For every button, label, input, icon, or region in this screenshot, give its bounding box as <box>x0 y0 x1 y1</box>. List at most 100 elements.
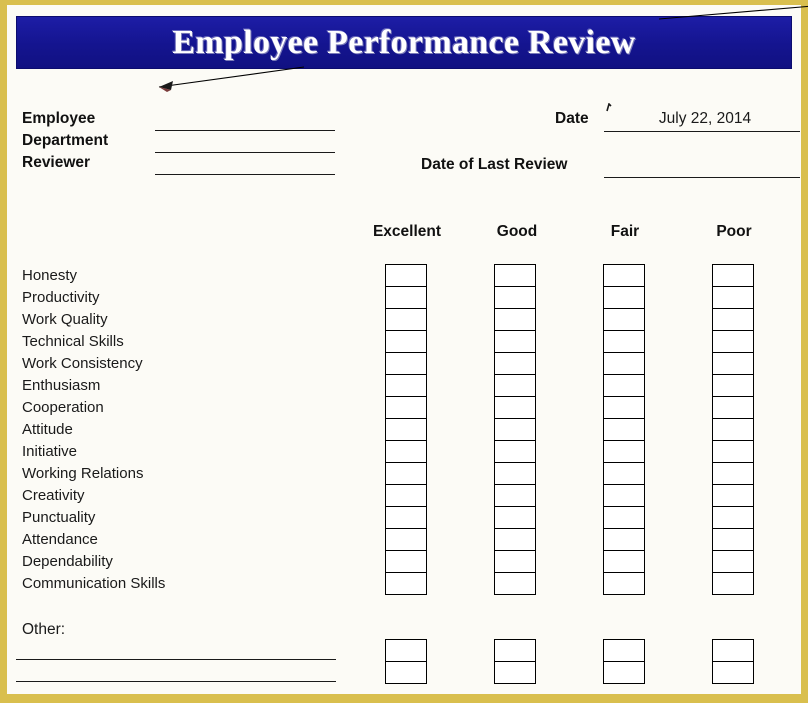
rating-checkbox[interactable] <box>495 309 535 331</box>
rating-checkbox[interactable] <box>386 551 426 573</box>
other-rating-checkbox[interactable] <box>604 640 644 662</box>
rating-checkbox[interactable] <box>386 309 426 331</box>
rating-checkbox[interactable] <box>604 331 644 353</box>
rating-checkbox[interactable] <box>495 265 535 287</box>
rating-checkbox[interactable] <box>604 441 644 463</box>
rating-checkbox[interactable] <box>604 463 644 485</box>
other-rating-checkbox[interactable] <box>386 640 426 662</box>
other-label: Other: <box>22 621 66 638</box>
rating-checkbox[interactable] <box>495 331 535 353</box>
date-of-last-review-label: Date of Last Review <box>421 156 568 173</box>
reviewer-field-rule <box>155 174 335 175</box>
criterion-label: Productivity <box>22 289 100 306</box>
rating-column-fair <box>603 264 645 595</box>
rating-checkbox[interactable] <box>495 353 535 375</box>
other-rating-checkbox[interactable] <box>495 662 535 684</box>
rating-checkbox[interactable] <box>386 353 426 375</box>
rating-checkbox[interactable] <box>604 353 644 375</box>
rating-checkbox[interactable] <box>713 485 753 507</box>
other-rating-checkbox[interactable] <box>386 662 426 684</box>
rating-checkbox[interactable] <box>386 375 426 397</box>
rating-checkbox[interactable] <box>604 419 644 441</box>
rating-checkbox[interactable] <box>495 287 535 309</box>
rating-checkbox[interactable] <box>713 419 753 441</box>
rating-checkbox[interactable] <box>495 397 535 419</box>
criterion-label: Honesty <box>22 267 78 284</box>
rating-checkbox[interactable] <box>713 441 753 463</box>
rating-checkbox[interactable] <box>604 397 644 419</box>
rating-checkbox[interactable] <box>495 551 535 573</box>
other-rating-checkbox[interactable] <box>713 662 753 684</box>
other-rating-checkbox[interactable] <box>713 640 753 662</box>
rating-checkbox[interactable] <box>713 331 753 353</box>
rating-checkbox[interactable] <box>604 551 644 573</box>
rating-checkbox[interactable] <box>386 265 426 287</box>
department-field-rule <box>155 152 335 153</box>
rating-checkbox[interactable] <box>386 287 426 309</box>
rating-checkbox[interactable] <box>386 463 426 485</box>
date-label: Date <box>555 110 589 127</box>
rating-checkbox[interactable] <box>713 287 753 309</box>
rating-checkbox[interactable] <box>713 551 753 573</box>
other-rating-column-good <box>494 639 536 684</box>
form-sheet: Employee Performance Review Employee Dep… <box>7 5 808 694</box>
employee-field-rule <box>155 130 335 131</box>
rating-checkbox[interactable] <box>386 485 426 507</box>
column-header-poor: Poor <box>716 223 752 240</box>
rating-checkbox[interactable] <box>604 287 644 309</box>
rating-column-good <box>494 264 536 595</box>
rating-checkbox[interactable] <box>604 309 644 331</box>
rating-checkbox[interactable] <box>495 529 535 551</box>
rating-checkbox[interactable] <box>604 265 644 287</box>
other-blank-line-1 <box>16 659 336 660</box>
rating-checkbox[interactable] <box>713 265 753 287</box>
other-blank-line-2 <box>16 681 336 682</box>
rating-checkbox[interactable] <box>495 573 535 595</box>
criterion-label: Attendance <box>22 531 98 548</box>
title-banner: Employee Performance Review <box>16 16 792 69</box>
rating-checkbox[interactable] <box>713 507 753 529</box>
rating-checkbox[interactable] <box>713 573 753 595</box>
criterion-label: Work Consistency <box>22 355 143 372</box>
callout-arrow-to-banner <box>158 66 305 92</box>
rating-checkbox[interactable] <box>386 331 426 353</box>
rating-column-excellent <box>385 264 427 595</box>
rating-checkbox[interactable] <box>495 485 535 507</box>
criterion-label: Dependability <box>22 553 113 570</box>
rating-checkbox[interactable] <box>713 463 753 485</box>
column-header-fair: Fair <box>610 223 640 240</box>
rating-checkbox[interactable] <box>495 419 535 441</box>
rating-checkbox[interactable] <box>386 397 426 419</box>
rating-column-poor <box>712 264 754 595</box>
department-label: Department <box>22 132 109 149</box>
rating-checkbox[interactable] <box>386 507 426 529</box>
rating-checkbox[interactable] <box>495 441 535 463</box>
rating-checkbox[interactable] <box>386 529 426 551</box>
rating-checkbox[interactable] <box>713 309 753 331</box>
other-rating-column-excellent <box>385 639 427 684</box>
rating-checkbox[interactable] <box>495 507 535 529</box>
rating-checkbox[interactable] <box>604 529 644 551</box>
rating-checkbox[interactable] <box>495 375 535 397</box>
rating-checkbox[interactable] <box>713 375 753 397</box>
other-rating-checkbox[interactable] <box>604 662 644 684</box>
criterion-label: Enthusiasm <box>22 377 101 394</box>
rating-checkbox[interactable] <box>604 573 644 595</box>
date-value[interactable]: July 22, 2014 <box>607 110 803 128</box>
rating-checkbox[interactable] <box>386 441 426 463</box>
criterion-label: Cooperation <box>22 399 104 416</box>
rating-checkbox[interactable] <box>604 375 644 397</box>
column-header-excellent: Excellent <box>372 223 442 240</box>
rating-checkbox[interactable] <box>713 529 753 551</box>
rating-checkbox[interactable] <box>386 419 426 441</box>
rating-checkbox[interactable] <box>604 485 644 507</box>
rating-checkbox[interactable] <box>604 507 644 529</box>
reviewer-label: Reviewer <box>22 154 91 171</box>
review-form-page: Employee Performance Review Employee Dep… <box>0 0 808 703</box>
other-rating-checkbox[interactable] <box>495 640 535 662</box>
rating-checkbox[interactable] <box>713 353 753 375</box>
rating-checkbox[interactable] <box>386 573 426 595</box>
rating-checkbox[interactable] <box>495 463 535 485</box>
rating-checkbox[interactable] <box>713 397 753 419</box>
criterion-label: Working Relations <box>22 465 144 482</box>
